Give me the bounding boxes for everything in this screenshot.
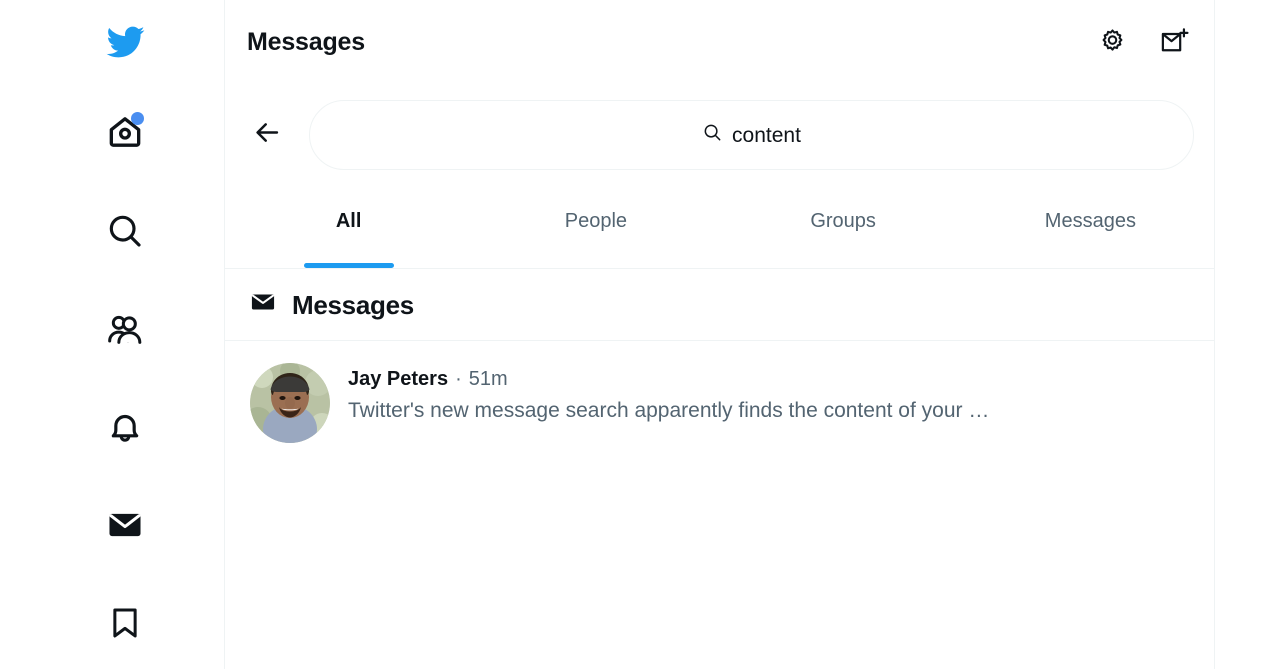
section-title: Messages	[292, 289, 414, 320]
twitter-bird-logo-icon	[103, 20, 147, 64]
section-header-messages: Messages	[225, 269, 1214, 341]
avatar	[250, 363, 330, 443]
bookmark-icon	[103, 601, 147, 645]
search-input[interactable]: content	[309, 100, 1194, 170]
search-icon	[702, 122, 723, 148]
tab-people[interactable]: People	[472, 185, 719, 268]
settings-button[interactable]	[1094, 25, 1130, 61]
page-title: Messages	[247, 28, 365, 56]
sidebar-item-notifications[interactable]	[0, 378, 225, 476]
sidebar-item-bookmarks[interactable]	[0, 574, 225, 672]
search-inner: content	[702, 122, 801, 148]
header-actions	[1094, 25, 1192, 61]
sidebar-item-home[interactable]	[0, 84, 225, 182]
tab-all[interactable]: All	[225, 185, 472, 268]
right-gutter	[1215, 0, 1280, 669]
sidebar-item-logo[interactable]	[0, 0, 225, 84]
messages-column: Messages content All People Groups Messa…	[225, 0, 1215, 669]
sidebar-item-messages[interactable]	[0, 476, 225, 574]
tab-label: All	[335, 210, 362, 232]
column-header: Messages	[225, 0, 1214, 85]
tab-label: Groups	[810, 210, 876, 232]
sender-name: Jay Peters	[348, 368, 449, 390]
sidebar-item-communities[interactable]	[0, 280, 225, 378]
time-separator: ·	[455, 368, 462, 390]
bell-icon	[103, 405, 147, 449]
home-icon	[103, 111, 147, 155]
gear-icon	[1098, 27, 1127, 59]
people-icon	[103, 307, 147, 351]
search-filter-tabs: All People Groups Messages	[225, 185, 1214, 269]
list-item[interactable]: Jay Peters · 51m Twitter's new message s…	[225, 341, 1214, 465]
primary-sidebar	[0, 0, 225, 669]
timestamp: 51m	[468, 368, 508, 390]
search-icon	[103, 209, 147, 253]
home-notification-badge	[131, 112, 144, 125]
tab-label: Messages	[1044, 210, 1136, 232]
search-row: content	[225, 85, 1214, 185]
search-results-list: Jay Peters · 51m Twitter's new message s…	[225, 341, 1214, 465]
arrow-left-icon	[254, 119, 281, 151]
envelope-plus-icon	[1159, 26, 1190, 60]
sidebar-nav-list	[0, 0, 225, 672]
tab-label: People	[564, 210, 628, 232]
sidebar-item-explore[interactable]	[0, 182, 225, 280]
twitter-messages-app: Messages content All People Groups Messa…	[0, 0, 1280, 669]
tab-active-underline	[303, 263, 394, 268]
envelope-filled-icon	[249, 288, 277, 321]
list-item-meta: Jay Peters · 51m	[348, 368, 1192, 390]
tab-groups[interactable]: Groups	[720, 185, 967, 268]
tab-messages[interactable]: Messages	[967, 185, 1214, 268]
search-input-value: content	[732, 123, 801, 147]
envelope-filled-icon	[103, 503, 147, 547]
new-message-button[interactable]	[1156, 25, 1192, 61]
message-preview: Twitter's new message search apparently …	[348, 399, 990, 422]
back-button[interactable]	[247, 115, 287, 155]
list-item-body: Jay Peters · 51m Twitter's new message s…	[348, 363, 1192, 424]
